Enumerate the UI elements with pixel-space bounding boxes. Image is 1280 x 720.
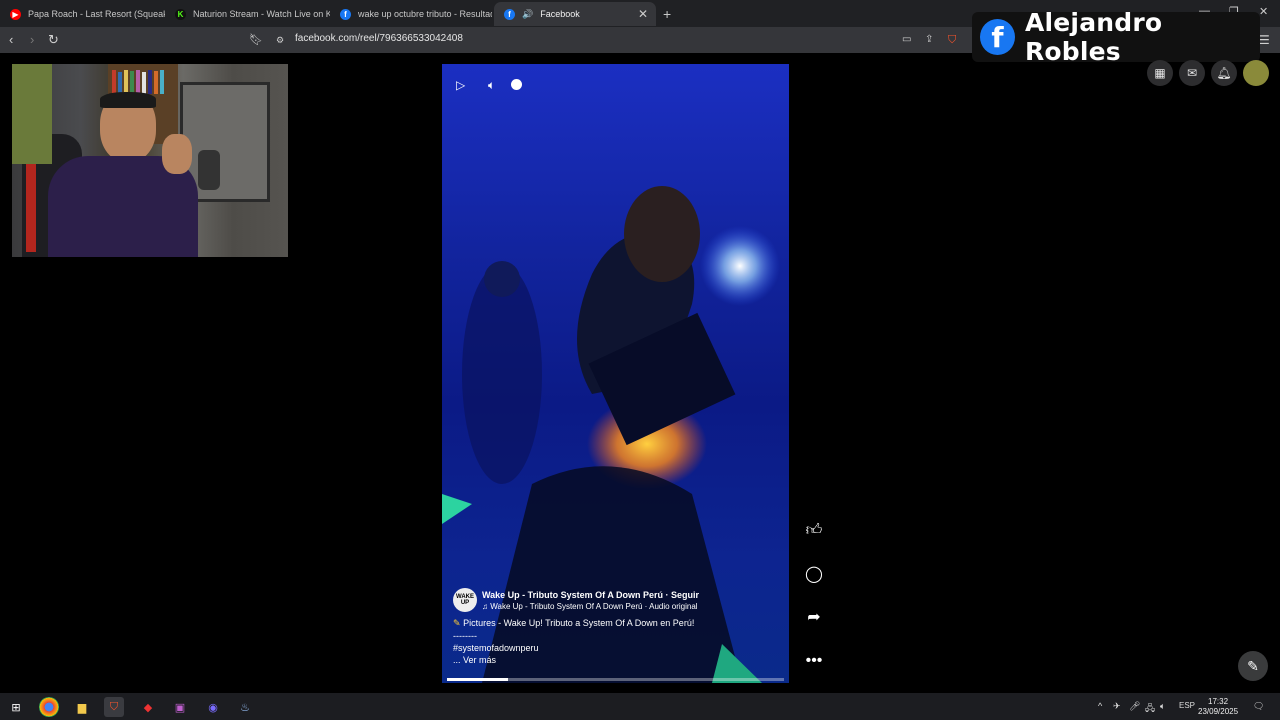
streamer-name: Alejandro Robles	[1024, 8, 1163, 66]
tab-title: wake up octubre tributo - Resultado	[358, 9, 492, 19]
file-explorer-icon[interactable]: ▆	[72, 697, 92, 717]
comment-icon[interactable]: ◯	[805, 566, 823, 584]
new-tab-button[interactable]: +	[658, 2, 682, 26]
brave-icon[interactable]: ⛉	[104, 697, 124, 717]
tab-title: Naturion Stream - Watch Live on Kick	[193, 9, 330, 19]
music-note-icon: ♫	[482, 601, 488, 611]
like-icon[interactable]: 👍︎	[805, 522, 823, 540]
page-name[interactable]: Wake Up - Tributo System Of A Down Perú	[482, 590, 663, 600]
jacket	[12, 64, 52, 164]
volume-icon[interactable]: 🔈︎	[488, 78, 495, 93]
see-more-link[interactable]: ... Ver más	[453, 655, 773, 665]
windows-taskbar: ⊞ ▆ ⛉ ◆ ▣ ◉ ♨ ^ ✈ 🎤︎ 🖧 🔈︎ ESP 17:32 23/0…	[0, 693, 1280, 720]
tab-papa-roach[interactable]: ▶ Papa Roach - Last Resort (Squeaky Cl	[0, 2, 165, 26]
profile-avatar[interactable]	[1243, 60, 1269, 86]
close-window-icon[interactable]: ✕	[1259, 5, 1268, 18]
description-divider: --------	[453, 631, 477, 641]
tab-facebook[interactable]: f 🔊 Facebook ✕	[494, 2, 656, 26]
clock[interactable]: 17:32 23/09/2025	[1198, 697, 1238, 717]
menu-grid-icon[interactable]: ▦	[1147, 60, 1173, 86]
clock-date: 23/09/2025	[1198, 707, 1239, 716]
microphone-icon[interactable]: 🎤︎	[1129, 701, 1140, 712]
volume-tray-icon[interactable]: 🔈︎	[1160, 701, 1165, 712]
webcam-overlay	[12, 64, 288, 257]
video-progress-bar[interactable]	[447, 678, 784, 681]
facebook-logo-icon: f	[980, 19, 1015, 55]
stage-light	[700, 226, 780, 306]
new-message-icon[interactable]: ✎	[1238, 651, 1268, 681]
notifications-icon[interactable]: 🗨	[1253, 701, 1264, 712]
tray-app-icon[interactable]: ✈	[1113, 701, 1121, 712]
menu-icon[interactable]: ☰	[1259, 31, 1270, 49]
chrome-icon[interactable]	[39, 697, 59, 717]
follow-link[interactable]: · Seguir	[666, 590, 700, 600]
address-bar[interactable]: facebook.com/reel/796366533042408	[295, 33, 463, 44]
facebook-icon: f	[504, 8, 515, 20]
reel-description: Pictures - Wake Up! Tributo a System Of …	[463, 618, 695, 628]
singer-hair	[624, 186, 700, 282]
discord-icon[interactable]: ◉	[203, 697, 223, 717]
clock-time: 17:32	[1208, 697, 1229, 706]
reload-icon[interactable]: ↻	[48, 31, 59, 49]
speaker-icon: 🔊	[522, 8, 534, 19]
volume-slider-knob[interactable]	[511, 79, 522, 90]
play-icon[interactable]: ▷	[456, 78, 465, 92]
network-icon[interactable]: 🖧	[1145, 701, 1155, 717]
messenger-icon[interactable]: ✉	[1179, 60, 1205, 86]
microphone	[198, 150, 220, 190]
tab-kick-stream[interactable]: K Naturion Stream - Watch Live on Kick	[165, 2, 330, 26]
app-icon[interactable]: ◆	[138, 697, 158, 717]
cast-icon[interactable]: ▭	[902, 31, 911, 49]
tab-facebook-search[interactable]: f wake up octubre tributo - Resultado	[330, 2, 492, 26]
forward-icon[interactable]: ›	[30, 31, 34, 49]
share-icon[interactable]: ⇪	[925, 31, 933, 49]
language-indicator[interactable]: ESP	[1179, 701, 1195, 710]
streamer-name-overlay: f Alejandro Robles	[972, 8, 1260, 66]
tab-title: Papa Roach - Last Resort (Squeaky Cl	[28, 9, 165, 19]
hashtag-link[interactable]: #systemofadownperu	[453, 643, 773, 653]
app-icon[interactable]: ▣	[170, 697, 190, 717]
tab-title: Facebook	[540, 9, 580, 19]
share-arrow-icon[interactable]: ➦	[805, 609, 823, 627]
audio-credit[interactable]: Wake Up - Tributo System Of A Down Perú …	[490, 602, 697, 611]
youtube-icon: ▶	[10, 8, 21, 20]
more-options-icon[interactable]: •••	[805, 652, 823, 670]
steam-icon[interactable]: ♨	[235, 697, 255, 717]
show-hidden-icons[interactable]: ^	[1098, 701, 1102, 711]
notifications-bell-icon[interactable]: 🔔︎	[1211, 60, 1237, 86]
bookmark-icon[interactable]: 🔖︎	[249, 31, 263, 49]
person-hand	[162, 134, 192, 174]
windows-start-icon[interactable]: ⊞	[6, 697, 26, 717]
page-avatar[interactable]: WAKE UP	[453, 588, 477, 612]
kick-icon: K	[175, 8, 186, 20]
close-tab-icon[interactable]: ✕	[638, 7, 648, 21]
pencil-icon: ✎	[453, 618, 461, 628]
facebook-icon: f	[340, 8, 351, 20]
reel-caption: WAKE UP Wake Up - Tributo System Of A Do…	[453, 588, 773, 665]
reel-video[interactable]: ▷ 🔈︎ WAKE UP Wake Up - Tributo System Of…	[442, 64, 789, 683]
site-info-icon[interactable]: ⚙	[276, 31, 284, 49]
brave-shield-icon[interactable]: ⛉	[948, 31, 956, 49]
video-progress-fill	[447, 678, 508, 681]
back-icon[interactable]: ‹	[9, 31, 13, 49]
